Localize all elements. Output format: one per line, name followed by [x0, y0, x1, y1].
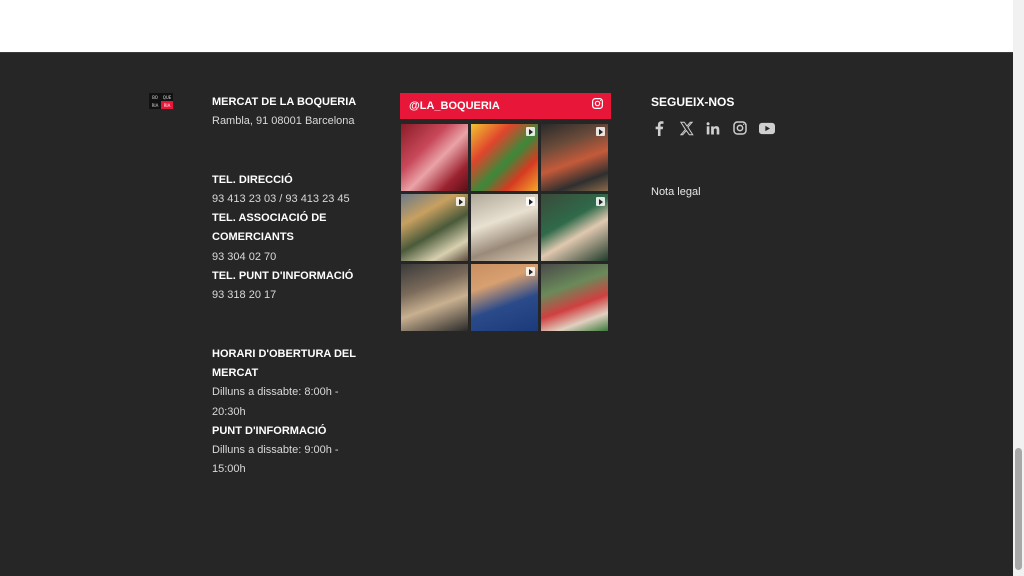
- market-name: MERCAT DE LA BOQUERIA: [212, 96, 357, 108]
- x-icon[interactable]: [678, 120, 694, 136]
- instagram-icon[interactable]: [591, 97, 604, 115]
- page-content-area: [0, 0, 1013, 52]
- tel-info-label: TEL. PUNT D'INFORMACIÓ: [212, 270, 354, 283]
- instagram-feed: @LA_BOQUERIA: [400, 93, 611, 331]
- tel-direccio-label: TEL. DIRECCIÓ: [212, 173, 293, 186]
- play-icon: [459, 199, 463, 205]
- instagram-post[interactable]: [541, 264, 608, 331]
- tel-info-value[interactable]: 93 318 20 17: [212, 286, 362, 305]
- play-icon: [599, 199, 603, 205]
- tel-direccio-value[interactable]: 93 413 23 03 / 93 413 23 45: [212, 190, 362, 209]
- instagram-grid: [400, 124, 611, 331]
- legal-notice-link[interactable]: Nota legal: [651, 186, 851, 198]
- instagram-post[interactable]: [471, 124, 538, 191]
- follow-title: SEGUEIX-NOS: [651, 95, 735, 109]
- scrollbar[interactable]: [1013, 0, 1024, 576]
- market-hours-label: HORARI D'OBERTURA DEL MERCAT: [212, 347, 356, 379]
- instagram-post[interactable]: [541, 124, 608, 191]
- contact-info: MERCAT DE LA BOQUERIA Rambla, 91 08001 B…: [212, 93, 362, 480]
- instagram-post[interactable]: [471, 194, 538, 261]
- instagram-post[interactable]: [541, 194, 608, 261]
- logo-cell: RIA: [151, 102, 159, 108]
- market-address: Rambla, 91 08001 Barcelona: [212, 115, 355, 128]
- instagram-post[interactable]: [401, 264, 468, 331]
- play-icon: [529, 199, 533, 205]
- info-point-hours-label: PUNT D'INFORMACIÓ: [212, 424, 327, 437]
- scrollbar-thumb[interactable]: [1015, 448, 1022, 570]
- social-links: [651, 120, 851, 136]
- logo-cell: RIA: [161, 101, 173, 109]
- instagram-header[interactable]: @LA_BOQUERIA: [400, 93, 611, 119]
- play-icon: [529, 269, 533, 275]
- instagram-post[interactable]: [401, 194, 468, 261]
- youtube-icon[interactable]: [759, 120, 775, 136]
- tel-associacio-label: TEL. ASSOCIACIÓ DE COMERCIANTS: [212, 212, 327, 244]
- facebook-icon[interactable]: [651, 120, 667, 136]
- instagram-post[interactable]: [401, 124, 468, 191]
- linkedin-icon[interactable]: [705, 120, 721, 136]
- market-hours-value: Dilluns a dissabte: 8:00h - 20:30h: [212, 386, 339, 418]
- instagram-post[interactable]: [471, 264, 538, 331]
- play-icon: [529, 129, 533, 135]
- instagram-icon[interactable]: [732, 120, 748, 136]
- tel-associacio-value[interactable]: 93 304 02 70: [212, 248, 362, 267]
- follow-us: SEGUEIX-NOS Nota legal: [651, 93, 851, 198]
- logo-cell: QUE: [162, 94, 172, 100]
- instagram-handle[interactable]: @LA_BOQUERIA: [409, 100, 500, 112]
- info-point-hours-value: Dilluns a dissabte: 9:00h - 15:00h: [212, 444, 339, 476]
- play-icon: [599, 129, 603, 135]
- boqueria-logo[interactable]: BO QUE RIA RIA: [149, 93, 173, 109]
- logo-cell: BO: [152, 94, 158, 100]
